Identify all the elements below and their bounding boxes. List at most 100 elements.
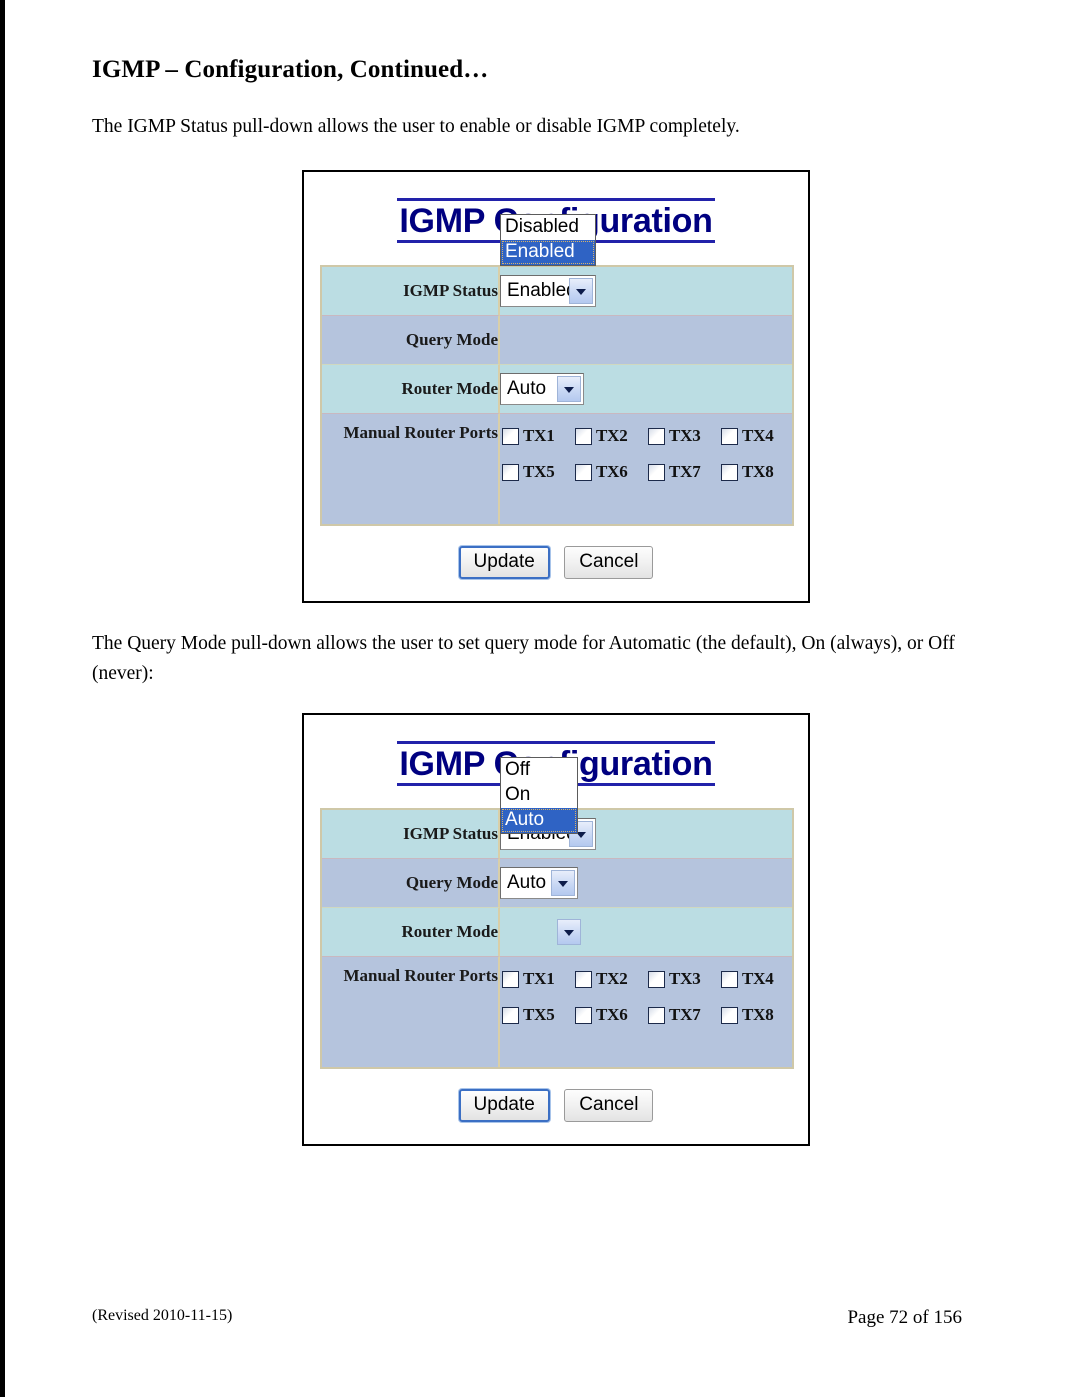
cancel-button[interactable]: Cancel (564, 1089, 654, 1123)
update-button[interactable]: Update (458, 546, 550, 580)
label-router-mode: Router Mode (322, 908, 500, 958)
document-content: IGMP – Configuration, Continued… The IGM… (92, 0, 972, 1147)
chevron-down-icon[interactable] (569, 278, 593, 305)
checkbox-icon[interactable] (575, 1006, 592, 1024)
table-row-query-mode: Query Mode (322, 316, 792, 366)
cancel-button[interactable]: Cancel (564, 546, 654, 580)
checkbox-icon[interactable] (575, 427, 592, 445)
port-checkbox-tx5[interactable]: TX5 (502, 462, 575, 482)
checkbox-icon[interactable] (648, 427, 665, 445)
router-mode-select-value: Auto (507, 378, 547, 400)
figure1-ports-grid: TX1 TX2 TX3 TX4 TX5 TX6 TX7 TX8 (502, 426, 792, 482)
checkbox-icon[interactable] (721, 1006, 738, 1024)
label-router-mode: Router Mode (322, 365, 500, 415)
figure1-config-table: IGMP Status Enabled Disabled Enabled Que… (320, 214, 794, 527)
chevron-down-icon[interactable] (557, 919, 581, 946)
checkbox-icon[interactable] (575, 463, 592, 481)
port-label: TX5 (523, 462, 555, 482)
port-checkbox-tx8[interactable]: TX8 (721, 1005, 794, 1025)
port-label: TX2 (596, 969, 628, 989)
igmp-status-select[interactable]: Enabled (500, 275, 596, 308)
port-checkbox-tx1[interactable]: TX1 (502, 426, 575, 446)
dropdown-option-enabled[interactable]: Enabled (501, 240, 595, 265)
port-checkbox-tx4[interactable]: TX4 (721, 426, 794, 446)
page-title: IGMP – Configuration, Continued… (92, 56, 489, 83)
value-router-mode (500, 908, 792, 958)
checkbox-icon[interactable] (648, 1006, 665, 1024)
value-query-mode: Auto Off On Auto (500, 757, 792, 909)
figure-query-mode-dropdown: IGMP Configuration IGMP Status Enabled Q… (302, 713, 810, 1147)
port-label: TX7 (669, 462, 701, 482)
value-igmp-status: Enabled Disabled Enabled (500, 214, 792, 317)
port-checkbox-tx4[interactable]: TX4 (721, 969, 794, 989)
port-checkbox-tx8[interactable]: TX8 (721, 462, 794, 482)
value-query-mode (500, 316, 792, 366)
port-label: TX3 (669, 426, 701, 446)
igmp-status-select-value: Enabled (507, 280, 577, 302)
value-manual-router-ports: TX1 TX2 TX3 TX4 TX5 TX6 TX7 TX8 (500, 957, 794, 1068)
checkbox-icon[interactable] (721, 463, 738, 481)
checkbox-icon[interactable] (575, 970, 592, 988)
port-checkbox-tx3[interactable]: TX3 (648, 969, 721, 989)
router-mode-select[interactable] (500, 916, 584, 948)
label-query-mode: Query Mode (322, 316, 500, 366)
port-label: TX6 (596, 462, 628, 482)
port-checkbox-tx6[interactable]: TX6 (575, 1005, 648, 1025)
dropdown-option-auto[interactable]: Auto (501, 808, 577, 834)
chevron-down-icon[interactable] (557, 376, 581, 403)
checkbox-icon[interactable] (721, 427, 738, 445)
checkbox-icon[interactable] (502, 1006, 519, 1024)
port-label: TX4 (742, 426, 774, 446)
port-checkbox-tx5[interactable]: TX5 (502, 1005, 575, 1025)
table-row-router-mode: Router Mode Auto (322, 365, 792, 415)
port-checkbox-tx6[interactable]: TX6 (575, 462, 648, 482)
table-row-router-mode: Router Mode (322, 908, 792, 958)
checkbox-icon[interactable] (648, 970, 665, 988)
chevron-down-icon[interactable] (551, 870, 575, 897)
table-row-manual-router-ports: Manual Router Ports TX1 TX2 TX3 TX4 TX5 … (322, 957, 794, 1068)
dropdown-option-off[interactable]: Off (501, 758, 577, 783)
paragraph-query-mode: The Query Mode pull-down allows the user… (92, 633, 955, 685)
query-mode-select[interactable]: Auto (500, 867, 578, 900)
footer-revised: (Revised 2010-11-15) (92, 1307, 233, 1324)
port-label: TX4 (742, 969, 774, 989)
query-mode-dropdown-list[interactable]: Off On Auto (500, 757, 578, 835)
figure-igmp-status-dropdown: IGMP Configuration IGMP Status Enabled D… (302, 170, 810, 604)
figure1-button-row: Update Cancel (320, 546, 792, 580)
checkbox-icon[interactable] (648, 463, 665, 481)
page-left-rule (0, 0, 5, 1397)
value-manual-router-ports: TX1 TX2 TX3 TX4 TX5 TX6 TX7 TX8 (500, 414, 792, 525)
dropdown-option-on[interactable]: On (501, 783, 577, 808)
label-query-mode: Query Mode (322, 859, 500, 909)
label-manual-router-ports: Manual Router Ports (322, 414, 500, 525)
port-label: TX5 (523, 1005, 555, 1025)
dropdown-option-disabled[interactable]: Disabled (501, 215, 595, 240)
port-checkbox-tx7[interactable]: TX7 (648, 462, 721, 482)
port-label: TX7 (669, 1005, 701, 1025)
table-row-manual-router-ports: Manual Router Ports TX1 TX2 TX3 TX4 TX5 … (322, 414, 792, 525)
port-label: TX2 (596, 426, 628, 446)
figure2-config-table: IGMP Status Enabled Query Mode Auto (320, 757, 794, 1070)
checkbox-icon[interactable] (721, 970, 738, 988)
port-label: TX1 (523, 426, 555, 446)
table-row-igmp-status: IGMP Status Enabled Disabled Enabled (322, 214, 792, 317)
update-button[interactable]: Update (458, 1089, 550, 1123)
port-checkbox-tx2[interactable]: TX2 (575, 426, 648, 446)
igmp-status-dropdown-list[interactable]: Disabled Enabled (500, 214, 596, 266)
query-mode-select-value: Auto (507, 872, 547, 894)
port-label: TX1 (523, 969, 555, 989)
checkbox-icon[interactable] (502, 463, 519, 481)
port-label: TX3 (669, 969, 701, 989)
checkbox-icon[interactable] (502, 427, 519, 445)
port-checkbox-tx2[interactable]: TX2 (575, 969, 648, 989)
port-label: TX8 (742, 1005, 774, 1025)
label-igmp-status: IGMP Status (322, 267, 500, 317)
port-checkbox-tx3[interactable]: TX3 (648, 426, 721, 446)
paragraph-igmp-status: The IGMP Status pull-down allows the use… (92, 116, 740, 137)
label-igmp-status: IGMP Status (322, 810, 500, 860)
router-mode-select[interactable]: Auto (500, 373, 584, 406)
port-checkbox-tx1[interactable]: TX1 (502, 969, 575, 989)
checkbox-icon[interactable] (502, 970, 519, 988)
port-label: TX6 (596, 1005, 628, 1025)
port-checkbox-tx7[interactable]: TX7 (648, 1005, 721, 1025)
